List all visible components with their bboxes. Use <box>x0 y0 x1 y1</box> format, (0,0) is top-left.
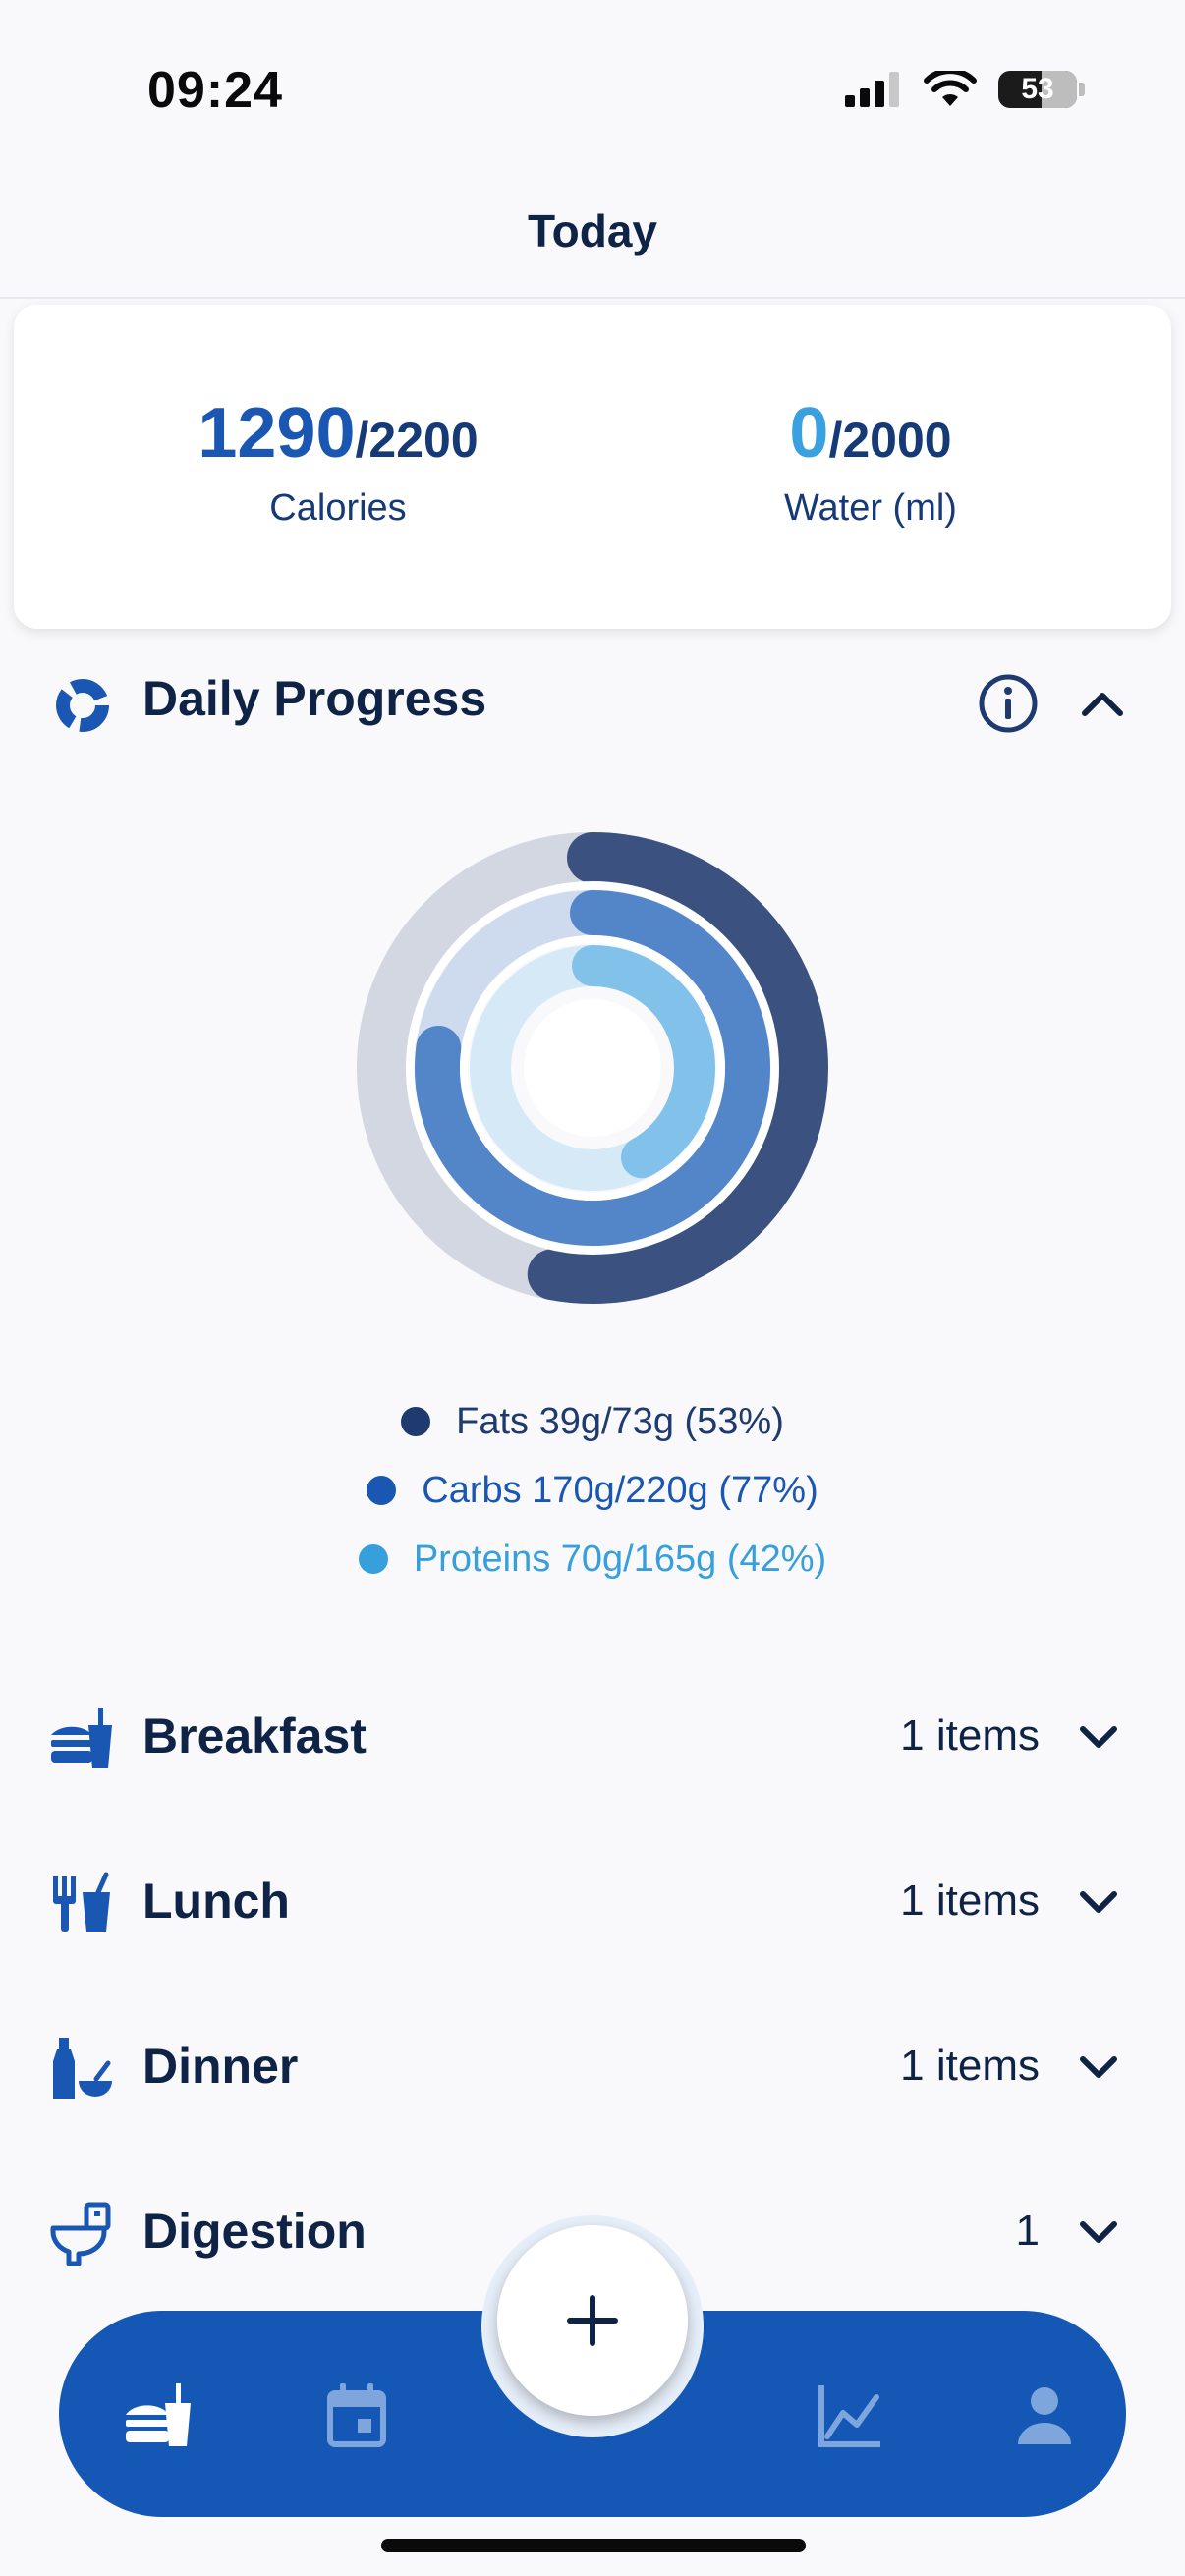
meal-count-dinner: 1 items <box>900 2042 1040 2090</box>
bottle-bowl-icon <box>53 2038 112 2099</box>
chart-icon[interactable] <box>816 2381 884 2450</box>
meal-count-lunch: 1 items <box>900 1876 1040 1925</box>
meal-title-dinner: Dinner <box>142 2039 299 2094</box>
cellular-signal-icon <box>845 72 899 107</box>
toilet-icon <box>50 2202 111 2266</box>
chevron-down-icon[interactable] <box>1077 2214 1120 2250</box>
calories-goal: /2200 <box>355 413 479 468</box>
add-icon <box>567 2295 618 2346</box>
add-button[interactable] <box>497 2225 688 2416</box>
calendar-icon[interactable] <box>322 2381 391 2450</box>
meal-title-digestion: Digestion <box>142 2204 367 2259</box>
chevron-up-icon[interactable] <box>1079 686 1126 721</box>
legend-carbs-text: Carbs 170g/220g (77%) <box>422 1469 818 1511</box>
info-icon[interactable] <box>977 672 1040 735</box>
wifi-icon <box>924 71 977 106</box>
page-title: Today <box>527 205 658 256</box>
meal-count-digestion: 1 <box>1015 2207 1040 2255</box>
legend-proteins-text: Proteins 70g/165g (42%) <box>413 1538 827 1580</box>
daily-progress-title: Daily Progress <box>142 671 487 726</box>
summary-card: 1290/2200 Calories 0/2000 Water (ml) <box>14 305 1171 629</box>
status-time: 09:24 <box>147 62 283 119</box>
legend-carbs: Carbs 170g/220g (77%) <box>0 1456 1185 1525</box>
legend-fats: Fats 39g/73g (53%) <box>0 1387 1185 1456</box>
water-goal: /2000 <box>828 413 952 468</box>
food-tab-icon[interactable] <box>124 2381 193 2450</box>
burger-icon <box>51 1708 112 1768</box>
ring-center <box>524 999 661 1137</box>
legend-carbs-dot <box>367 1476 397 1505</box>
chevron-down-icon[interactable] <box>1077 1884 1120 1920</box>
profile-icon[interactable] <box>1010 2381 1079 2450</box>
calories-stat[interactable]: 1290/2200 Calories <box>112 393 564 530</box>
legend-fats-text: Fats 39g/73g (53%) <box>456 1400 784 1442</box>
meal-title-breakfast: Breakfast <box>142 1708 367 1764</box>
legend-proteins: Proteins 70g/165g (42%) <box>0 1525 1185 1594</box>
macro-progress-rings <box>357 832 828 1304</box>
meal-row-dinner[interactable]: Dinner 1 items <box>0 2014 1185 2122</box>
legend-fats-dot <box>401 1407 431 1436</box>
home-indicator <box>381 2539 806 2552</box>
battery-level: 53 <box>1021 73 1054 105</box>
water-label: Water (ml) <box>784 487 957 529</box>
meal-row-lunch[interactable]: Lunch 1 items <box>0 1849 1185 1957</box>
legend-proteins-dot <box>358 1544 388 1574</box>
battery-icon: 53 <box>998 71 1077 108</box>
chevron-down-icon[interactable] <box>1077 2049 1120 2085</box>
header-divider <box>0 297 1185 299</box>
calories-value: 1290 <box>198 394 356 473</box>
meal-title-lunch: Lunch <box>142 1874 290 1929</box>
fork-knife-icon <box>53 1872 110 1932</box>
calories-label: Calories <box>269 487 407 529</box>
meal-count-breakfast: 1 items <box>900 1711 1040 1760</box>
chevron-down-icon[interactable] <box>1077 1719 1120 1755</box>
macro-legend: Fats 39g/73g (53%) Carbs 170g/220g (77%)… <box>0 1387 1185 1594</box>
water-value: 0 <box>789 394 829 473</box>
pie-chart-icon <box>56 679 109 732</box>
status-icons: 53 <box>845 71 1085 108</box>
meal-row-breakfast[interactable]: Breakfast 1 items <box>0 1684 1185 1792</box>
water-stat[interactable]: 0/2000 Water (ml) <box>645 393 1097 530</box>
